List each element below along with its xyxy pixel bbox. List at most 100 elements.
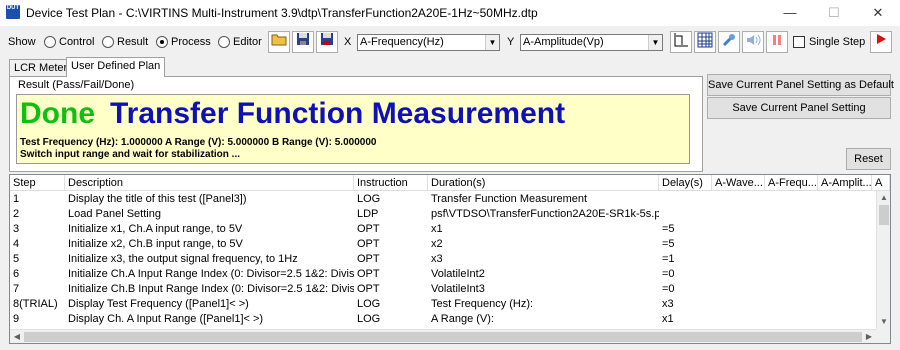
y-axis-select[interactable]: A-Amplitude(Vp) ▼	[520, 34, 663, 51]
table-cell: 7	[13, 283, 20, 295]
y-axis-value: A-Amplitude(Vp)	[523, 36, 604, 48]
table-cell: Display the title of this test ([Panel3]…	[68, 193, 247, 205]
save-panel-button[interactable]: Save Current Panel Setting	[707, 97, 891, 119]
table-cell	[712, 267, 765, 282]
tools-button[interactable]	[718, 31, 740, 53]
table-cell: LOG	[357, 313, 381, 325]
chevron-down-icon: ▼	[648, 35, 662, 50]
result-display: Done Transfer Function Measurement Test …	[16, 94, 690, 164]
table-cell	[712, 192, 765, 207]
table-cell: =0	[662, 283, 675, 295]
column-header[interactable]: Duration(s)	[428, 175, 659, 191]
table-row[interactable]: 4 Initialize x2, Ch.B input range, to 5V O…	[10, 237, 876, 252]
horizontal-scrollbar[interactable]: ◀ ▶	[10, 329, 876, 343]
app-icon: DUT	[6, 5, 20, 19]
table-row[interactable]: 9 Display Ch. A Input Range ([Panel1]< >)…	[10, 312, 876, 327]
table-cell: OPT	[357, 223, 380, 235]
graph-button[interactable]	[670, 31, 692, 53]
run-button[interactable]	[870, 31, 892, 53]
table-cell: Initialize x3, the output signal frequen…	[68, 253, 298, 265]
table-button[interactable]	[694, 31, 716, 53]
table-cell	[765, 252, 818, 267]
column-header[interactable]: A-Amplit...	[818, 175, 872, 191]
table-cell	[712, 207, 765, 222]
table-row[interactable]: 6 Initialize Ch.A Input Range Index (0: D…	[10, 267, 876, 282]
vertical-scrollbar[interactable]: ▲ ▼	[876, 191, 890, 329]
table-cell: OPT	[357, 238, 380, 250]
table-row[interactable]: 5 Initialize x3, the output signal freque…	[10, 252, 876, 267]
table-cell	[765, 237, 818, 252]
table-cell: x2	[431, 238, 443, 250]
x-axis-select[interactable]: A-Frequency(Hz) ▼	[357, 34, 500, 51]
table-row[interactable]: 1 Display the title of this test ([Panel3…	[10, 192, 876, 207]
column-header[interactable]: A	[872, 175, 890, 191]
table-cell: Transfer Function Measurement	[431, 193, 588, 205]
table-cell	[818, 252, 872, 267]
radio-editor[interactable]	[218, 36, 230, 48]
close-icon[interactable]: ✕	[856, 0, 900, 26]
column-header[interactable]: Instruction	[354, 175, 428, 191]
y-axis-label: Y	[507, 36, 515, 48]
table-cell: A Range (V):	[431, 313, 494, 325]
radio-result-label: Result	[117, 36, 149, 48]
column-header[interactable]: A-Frequ...	[765, 175, 818, 191]
window-title: Device Test Plan - C:\VIRTINS Multi-Inst…	[26, 6, 538, 20]
minimize-icon[interactable]: —	[768, 0, 812, 26]
table-cell: x3	[431, 253, 443, 265]
table-cell	[765, 222, 818, 237]
maximize-icon[interactable]: ☐	[812, 0, 856, 26]
table-row[interactable]: 7 Initialize Ch.B Input Range Index (0: D…	[10, 282, 876, 297]
play-icon	[877, 34, 886, 44]
test-plan-table[interactable]: Step Description Instruction Duration(s) Del…	[9, 174, 891, 344]
table-cell: OPT	[357, 283, 380, 295]
tab-user-defined-plan[interactable]: User Defined Plan	[66, 57, 166, 77]
table-cell: Initialize Ch.A Input Range Index (0: Di…	[68, 268, 354, 280]
table-cell: 2	[13, 208, 20, 220]
radio-control[interactable]	[44, 36, 56, 48]
column-header[interactable]: Description	[65, 175, 354, 191]
table-row[interactable]: 2 Load Panel Setting LDP psf\VTDSO\Transfer…	[10, 207, 876, 222]
radio-result[interactable]	[102, 36, 114, 48]
column-header[interactable]: A-Wave...	[712, 175, 765, 191]
table-cell	[818, 312, 872, 327]
pause-button[interactable]	[766, 31, 788, 53]
table-cell	[659, 192, 712, 207]
table-cell: OPT	[357, 253, 380, 265]
scroll-left-icon[interactable]: ◀	[10, 330, 24, 343]
table-cell	[712, 297, 765, 312]
table-cell	[765, 267, 818, 282]
column-header[interactable]: Step	[10, 175, 65, 191]
vertical-scroll-thumb[interactable]	[879, 205, 889, 225]
single-step-checkbox[interactable]	[793, 36, 805, 48]
scroll-down-icon[interactable]: ▼	[877, 315, 890, 329]
radio-process[interactable]	[156, 36, 168, 48]
scroll-right-icon[interactable]: ▶	[862, 330, 876, 343]
show-label: Show	[8, 36, 36, 48]
horizontal-scroll-thumb[interactable]	[24, 332, 862, 342]
save-as-button[interactable]	[316, 31, 338, 53]
table-header: Step Description Instruction Duration(s) Del…	[10, 175, 890, 191]
scroll-up-icon[interactable]: ▲	[877, 191, 890, 205]
pause-icon	[773, 35, 781, 45]
test-title: Transfer Function Measurement	[110, 97, 566, 130]
column-header[interactable]: Delay(s)	[659, 175, 712, 191]
result-status: Done	[20, 97, 95, 130]
save-button[interactable]	[292, 31, 314, 53]
scroll-corner	[876, 329, 890, 343]
save-default-button[interactable]: Save Current Panel Setting as Default	[707, 74, 894, 96]
table-row[interactable]: 3 Initialize x1, Ch.A input range, to 5V O…	[10, 222, 876, 237]
table-cell: Initialize Ch.B Input Range Index (0: Di…	[68, 283, 354, 295]
speaker-button[interactable]	[742, 31, 764, 53]
table-cell: Test Frequency (Hz):	[431, 298, 534, 310]
table-row[interactable]: 8(TRIAL) Display Test Frequency ([Panel1]…	[10, 297, 876, 312]
table-cell	[765, 207, 818, 222]
table-cell: =5	[662, 238, 675, 250]
table-cell: Initialize x1, Ch.A input range, to 5V	[68, 223, 243, 235]
open-folder-button[interactable]	[268, 31, 290, 53]
table-cell: VolatileInt2	[431, 268, 485, 280]
reset-button[interactable]: Reset	[846, 148, 891, 170]
tab-lcr-meter[interactable]: LCR Meter	[9, 59, 73, 76]
table-cell: =0	[662, 268, 675, 280]
table-cell: 3	[13, 223, 20, 235]
table-cell	[818, 267, 872, 282]
